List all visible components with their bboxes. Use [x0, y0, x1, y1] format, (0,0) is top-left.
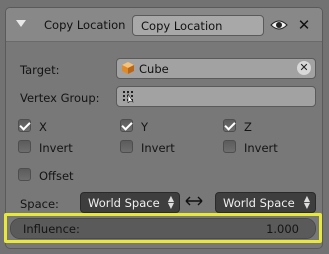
invert-x-label: Invert — [39, 141, 73, 155]
x-axis-checkbox[interactable] — [18, 119, 31, 132]
influence-slider[interactable]: Influence: 1.000 — [10, 218, 316, 239]
clear-target-icon[interactable]: ✕ — [297, 61, 311, 75]
constraint-name-field[interactable]: Copy Location — [132, 15, 264, 36]
cube-icon — [122, 62, 134, 74]
influence-value: 1.000 — [266, 222, 299, 236]
offset-checkbox[interactable] — [18, 168, 31, 181]
vertex-group-field[interactable] — [116, 86, 316, 107]
target-label: Target: — [20, 63, 60, 77]
invert-x-checkbox[interactable] — [18, 140, 31, 153]
target-space-dropdown[interactable]: World Space ▲ ▼ — [215, 192, 316, 213]
y-axis-label: Y — [141, 120, 149, 134]
invert-y-label: Invert — [141, 141, 175, 155]
target-space-value: World Space — [223, 196, 295, 210]
z-axis-label: Z — [244, 120, 252, 134]
owner-space-value: World Space — [88, 196, 160, 210]
space-label: Space: — [20, 197, 59, 211]
constraint-type-label: Copy Location — [44, 18, 126, 32]
close-icon[interactable]: ✕ — [294, 15, 314, 35]
owner-space-dropdown[interactable]: World Space ▲ ▼ — [80, 192, 180, 213]
vertex-group-label: Vertex Group: — [20, 91, 100, 105]
disclosure-triangle-icon[interactable] — [16, 20, 26, 27]
x-axis-label: X — [39, 120, 47, 134]
eye-icon[interactable] — [270, 17, 288, 33]
updown-arrows-icon: ▲ ▼ — [303, 194, 310, 210]
invert-y-checkbox[interactable] — [120, 140, 133, 153]
updown-arrows-icon: ▲ ▼ — [167, 194, 174, 210]
target-value: Cube — [139, 62, 169, 76]
influence-label: Influence: — [23, 222, 80, 236]
constraint-header: Copy Location Copy Location ✕ — [6, 8, 322, 42]
invert-z-checkbox[interactable] — [223, 140, 236, 153]
y-axis-checkbox[interactable] — [120, 119, 133, 132]
vertex-group-icon — [123, 91, 134, 103]
swap-arrows-icon — [185, 196, 203, 206]
invert-z-label: Invert — [244, 141, 278, 155]
z-axis-checkbox[interactable] — [223, 119, 236, 132]
offset-label: Offset — [39, 169, 74, 183]
target-field[interactable]: Cube ✕ — [116, 58, 316, 79]
